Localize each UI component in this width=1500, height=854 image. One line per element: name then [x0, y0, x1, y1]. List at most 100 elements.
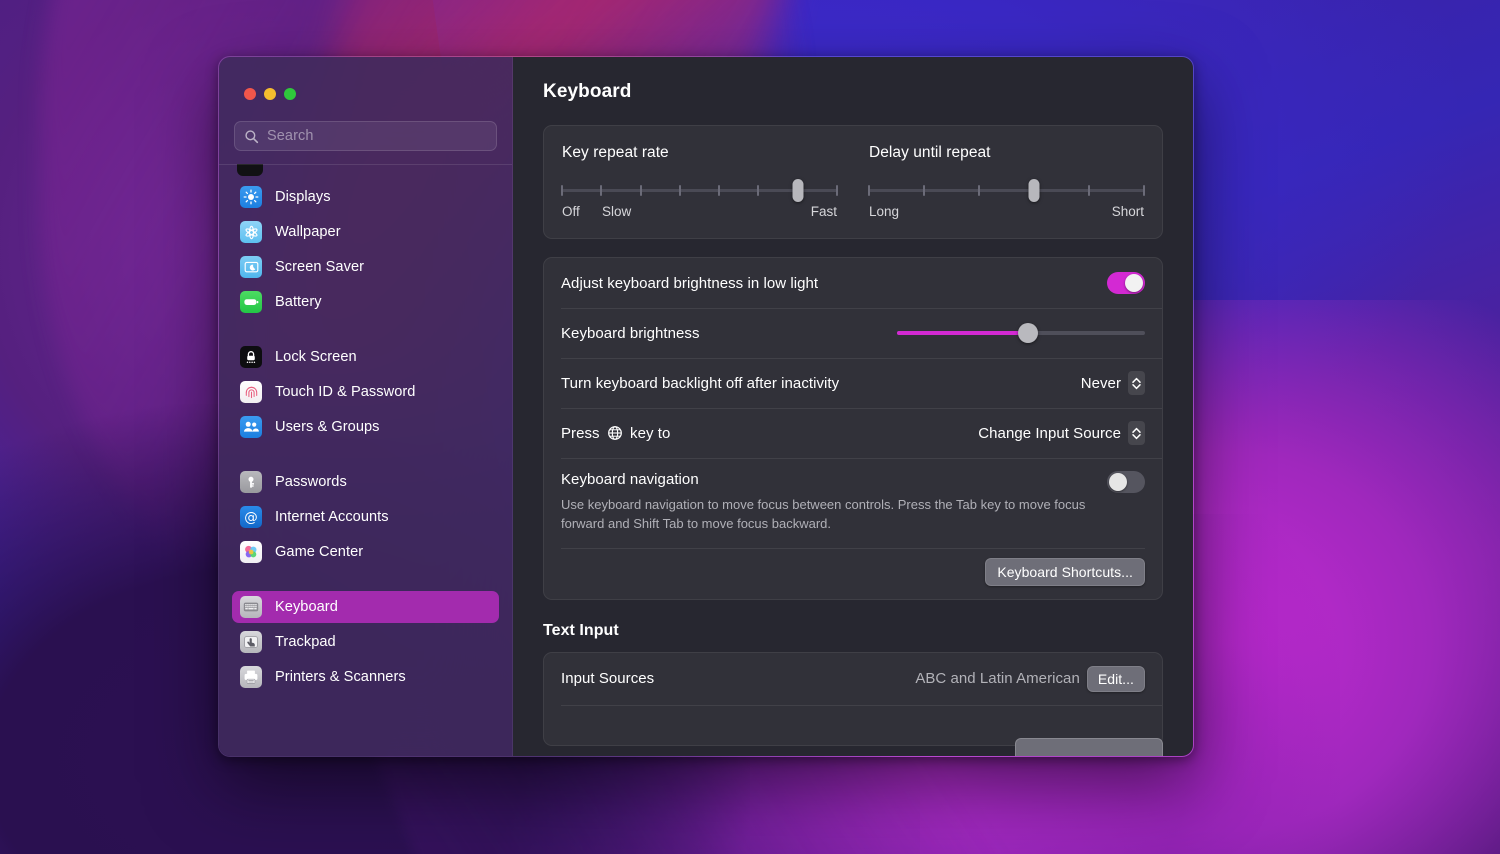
clipped-bottom-button[interactable] — [1015, 738, 1163, 756]
zoom-button[interactable] — [284, 88, 296, 100]
scale-label-fast: Fast — [811, 204, 837, 219]
slider-thumb[interactable] — [792, 179, 803, 202]
keyboard-brightness-row: Keyboard brightness — [544, 308, 1162, 358]
sidebar-item-label: Keyboard — [275, 599, 338, 615]
sidebar-item-label: Printers & Scanners — [275, 669, 406, 685]
press-label-after: key to — [630, 425, 670, 442]
sidebar-divider — [219, 164, 512, 165]
main-inner: Keyboard Key repeat rate — [513, 57, 1193, 746]
slider-tick — [868, 185, 870, 196]
key-repeat-card: Key repeat rate — [543, 125, 1163, 239]
delay-until-repeat-slider[interactable] — [869, 182, 1144, 198]
passwords-icon — [240, 471, 262, 493]
search-icon — [244, 129, 259, 144]
globe-icon — [607, 425, 623, 441]
keyboard-navigation-row: Keyboard navigation Use keyboard navigat… — [544, 458, 1162, 548]
slider-tick — [978, 185, 980, 196]
keyboard-navigation-head: Keyboard navigation — [561, 471, 1145, 493]
battery-icon — [240, 291, 262, 313]
slider-track — [869, 189, 1144, 192]
sidebar-item-label: Users & Groups — [275, 419, 380, 435]
wallpaper-icon — [240, 221, 262, 243]
sidebar-scroll-area[interactable]: Displays — [219, 164, 512, 756]
key-repeat-rate-slider[interactable] — [562, 182, 837, 198]
scale-label-short: Short — [1112, 204, 1144, 219]
scale-label-long: Long — [869, 204, 899, 219]
users-groups-icon — [240, 416, 262, 438]
sidebar-item-screen-saver[interactable]: Screen Saver — [232, 251, 499, 283]
sidebar-item-trackpad[interactable]: Trackpad — [232, 626, 499, 658]
sidebar-item-label: Screen Saver — [275, 259, 364, 275]
sidebar-group-separator — [232, 321, 499, 338]
input-sources-value: ABC and Latin American — [915, 670, 1080, 687]
keyboard-brightness-label: Keyboard brightness — [561, 325, 700, 342]
sidebar-item-keyboard[interactable]: Keyboard — [232, 591, 499, 623]
close-button[interactable] — [244, 88, 256, 100]
delay-until-repeat-label: Delay until repeat — [869, 144, 1144, 162]
slider-tick — [640, 185, 642, 196]
minimize-button[interactable] — [264, 88, 276, 100]
sidebar-group-separator — [232, 571, 499, 588]
press-globe-key-row[interactable]: Press key to Change Input Source — [544, 408, 1162, 458]
backlight-off-value: Never — [1081, 375, 1121, 392]
backlight-off-row[interactable]: Turn keyboard backlight off after inacti… — [544, 358, 1162, 408]
slider-thumb[interactable] — [1029, 179, 1040, 202]
keyboard-shortcuts-button[interactable]: Keyboard Shortcuts... — [985, 558, 1145, 586]
adjust-low-light-label: Adjust keyboard brightness in low light — [561, 275, 818, 292]
displays-icon — [240, 186, 262, 208]
sidebar-item-label: Internet Accounts — [275, 509, 389, 525]
backlight-off-label: Turn keyboard backlight off after inacti… — [561, 375, 839, 392]
toggle-knob — [1109, 473, 1127, 491]
sidebar-item-touch-id[interactable]: Touch ID & Password — [232, 376, 499, 408]
sidebar-item-internet-accounts[interactable]: @ Internet Accounts — [232, 501, 499, 533]
screen-saver-icon — [240, 256, 262, 278]
clipped-app-icon — [237, 164, 263, 176]
press-globe-key-label: Press key to — [561, 425, 670, 442]
press-label-before: Press — [561, 425, 600, 442]
sidebar-item-label: Wallpaper — [275, 224, 341, 240]
scale-label-slow: Slow — [602, 204, 631, 219]
window-controls — [219, 57, 512, 100]
sidebar-item-lock-screen[interactable]: Lock Screen — [232, 341, 499, 373]
sidebar-item-wallpaper[interactable]: Wallpaper — [232, 216, 499, 248]
sidebar-item-clipped[interactable] — [232, 164, 499, 178]
input-sources-edit-button[interactable]: Edit... — [1087, 666, 1145, 692]
adjust-low-light-row: Adjust keyboard brightness in low light — [544, 258, 1162, 308]
search-input[interactable]: Search — [234, 121, 497, 151]
slider-tick — [1088, 185, 1090, 196]
text-input-card: Input Sources ABC and Latin American Edi… — [543, 652, 1163, 746]
sidebar-item-battery[interactable]: Battery — [232, 286, 499, 318]
sidebar-item-label: Passwords — [275, 474, 347, 490]
chevron-up-down-icon[interactable] — [1128, 371, 1145, 395]
sidebar-item-label: Displays — [275, 189, 331, 205]
keyboard-navigation-toggle[interactable] — [1107, 471, 1145, 493]
keyboard-icon — [240, 596, 262, 618]
delay-until-repeat-scale-labels: Long Short — [869, 204, 1144, 222]
slider-tick — [757, 185, 759, 196]
key-repeat-rate-group: Key repeat rate — [544, 144, 851, 222]
slider-tick — [679, 185, 681, 196]
keyboard-brightness-slider[interactable] — [897, 323, 1145, 343]
sidebar-item-passwords[interactable]: Passwords — [232, 466, 499, 498]
page-title: Keyboard — [543, 81, 1163, 103]
toggle-knob — [1125, 274, 1143, 292]
svg-text:@: @ — [244, 509, 258, 525]
slider-thumb[interactable] — [1018, 323, 1038, 343]
keyboard-shortcuts-row: Keyboard Shortcuts... — [544, 548, 1162, 599]
sidebar-group-1: Displays — [232, 181, 499, 318]
search-placeholder: Search — [267, 128, 314, 144]
slider-tick — [836, 185, 838, 196]
delay-until-repeat-group: Delay until repeat Long — [851, 144, 1162, 222]
desktop-background: Search — [0, 0, 1500, 854]
slider-tick — [1143, 185, 1145, 196]
input-sources-label: Input Sources — [561, 670, 654, 687]
text-input-section-title: Text Input — [543, 622, 1163, 640]
lock-screen-icon — [240, 346, 262, 368]
sidebar-item-users-groups[interactable]: Users & Groups — [232, 411, 499, 443]
sidebar-item-displays[interactable]: Displays — [232, 181, 499, 213]
sidebar-item-printers-scanners[interactable]: Printers & Scanners — [232, 661, 499, 693]
sidebar-item-game-center[interactable]: Game Center — [232, 536, 499, 568]
chevron-up-down-icon[interactable] — [1128, 421, 1145, 445]
adjust-low-light-toggle[interactable] — [1107, 272, 1145, 294]
slider-tick — [561, 185, 563, 196]
